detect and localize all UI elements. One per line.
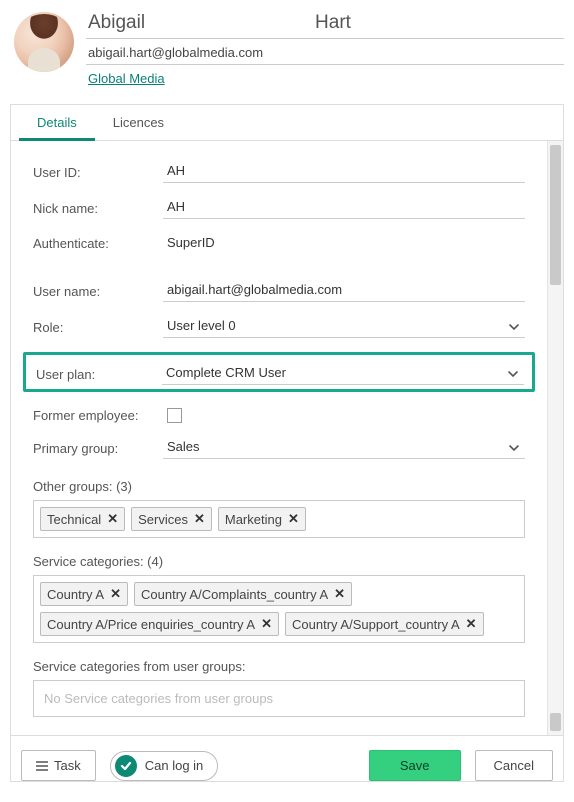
chip-label: Marketing: [225, 512, 282, 527]
service-categories-label: Service categories: (4): [33, 554, 525, 569]
service-categories-from-groups-box: No Service categories from user groups: [33, 680, 525, 717]
task-button[interactable]: Task: [21, 750, 96, 781]
service-categories-from-groups-label: Service categories from user groups:: [33, 659, 525, 674]
last-name[interactable]: Hart: [315, 12, 351, 34]
user-plan-highlight: User plan: Complete CRM User: [23, 352, 535, 392]
chip-other-group: Technical ✕: [40, 507, 125, 531]
chip-remove-icon[interactable]: ✕: [466, 616, 477, 632]
chip-remove-icon[interactable]: ✕: [334, 586, 345, 602]
user-name-input[interactable]: abigail.hart@globalmedia.com: [163, 280, 525, 302]
avatar: [14, 12, 74, 72]
chip-remove-icon[interactable]: ✕: [261, 616, 272, 632]
chip-label: Country A/Price enquiries_country A: [47, 617, 255, 632]
chip-service-category: Country A ✕: [40, 582, 128, 606]
save-button[interactable]: Save: [369, 750, 461, 781]
chip-label: Country A/Support_country A: [292, 617, 460, 632]
authenticate-value: SuperID: [163, 233, 525, 254]
nick-name-input[interactable]: AH: [163, 197, 525, 219]
check-icon: [115, 755, 137, 777]
task-button-label: Task: [54, 758, 81, 773]
can-log-in-toggle[interactable]: Can log in: [110, 751, 219, 781]
primary-group-select[interactable]: Sales: [163, 437, 525, 459]
details-panel: Details Licences User ID: AH Nick name: …: [10, 104, 564, 782]
hamburger-icon: [36, 761, 48, 771]
role-select[interactable]: User level 0: [163, 316, 525, 338]
chip-service-category: Country A/Complaints_country A ✕: [134, 582, 352, 606]
chip-label: Country A/Complaints_country A: [141, 587, 328, 602]
user-plan-select[interactable]: Complete CRM User: [162, 363, 524, 385]
tab-bar: Details Licences: [11, 105, 563, 141]
service-categories-box[interactable]: Country A ✕ Country A/Complaints_country …: [33, 575, 525, 643]
chip-service-category: Country A/Price enquiries_country A ✕: [40, 612, 279, 636]
chip-remove-icon[interactable]: ✕: [107, 511, 118, 527]
cancel-button[interactable]: Cancel: [475, 750, 553, 781]
chip-label: Services: [138, 512, 188, 527]
tab-details[interactable]: Details: [19, 105, 95, 141]
first-name[interactable]: Abigail: [88, 12, 145, 34]
nick-name-label: Nick name:: [33, 201, 163, 216]
user-header: Abigail Hart abigail.hart@globalmedia.co…: [10, 8, 564, 96]
chip-label: Country A: [47, 587, 104, 602]
chip-label: Technical: [47, 512, 101, 527]
email-row[interactable]: abigail.hart@globalmedia.com: [86, 39, 564, 65]
scrollbar-thumb[interactable]: [550, 713, 561, 731]
chip-other-group: Marketing ✕: [218, 507, 306, 531]
user-id-label: User ID:: [33, 165, 163, 180]
user-name-label: User name:: [33, 284, 163, 299]
footer-bar: Task Can log in Save Cancel: [11, 735, 563, 781]
chip-service-category: Country A/Support_country A ✕: [285, 612, 484, 636]
company-link[interactable]: Global Media: [88, 71, 165, 86]
chip-remove-icon[interactable]: ✕: [194, 511, 205, 527]
tab-licences[interactable]: Licences: [95, 105, 182, 140]
chip-remove-icon[interactable]: ✕: [110, 586, 121, 602]
former-employee-checkbox[interactable]: [167, 408, 182, 423]
chip-remove-icon[interactable]: ✕: [288, 511, 299, 527]
user-plan-label: User plan:: [34, 367, 162, 382]
former-employee-label: Former employee:: [33, 408, 163, 423]
user-id-input[interactable]: AH: [163, 161, 525, 183]
can-log-in-label: Can log in: [145, 758, 204, 773]
other-groups-box[interactable]: Technical ✕ Services ✕ Marketing ✕: [33, 500, 525, 538]
role-label: Role:: [33, 320, 163, 335]
form-body: User ID: AH Nick name: AH Authenticate: …: [11, 141, 547, 735]
authenticate-label: Authenticate:: [33, 236, 163, 251]
scrollbar-thumb[interactable]: [550, 145, 561, 285]
chip-other-group: Services ✕: [131, 507, 212, 531]
name-row: Abigail Hart: [86, 12, 564, 39]
scrollbar[interactable]: [547, 141, 563, 735]
other-groups-label: Other groups: (3): [33, 479, 525, 494]
primary-group-label: Primary group:: [33, 441, 163, 456]
